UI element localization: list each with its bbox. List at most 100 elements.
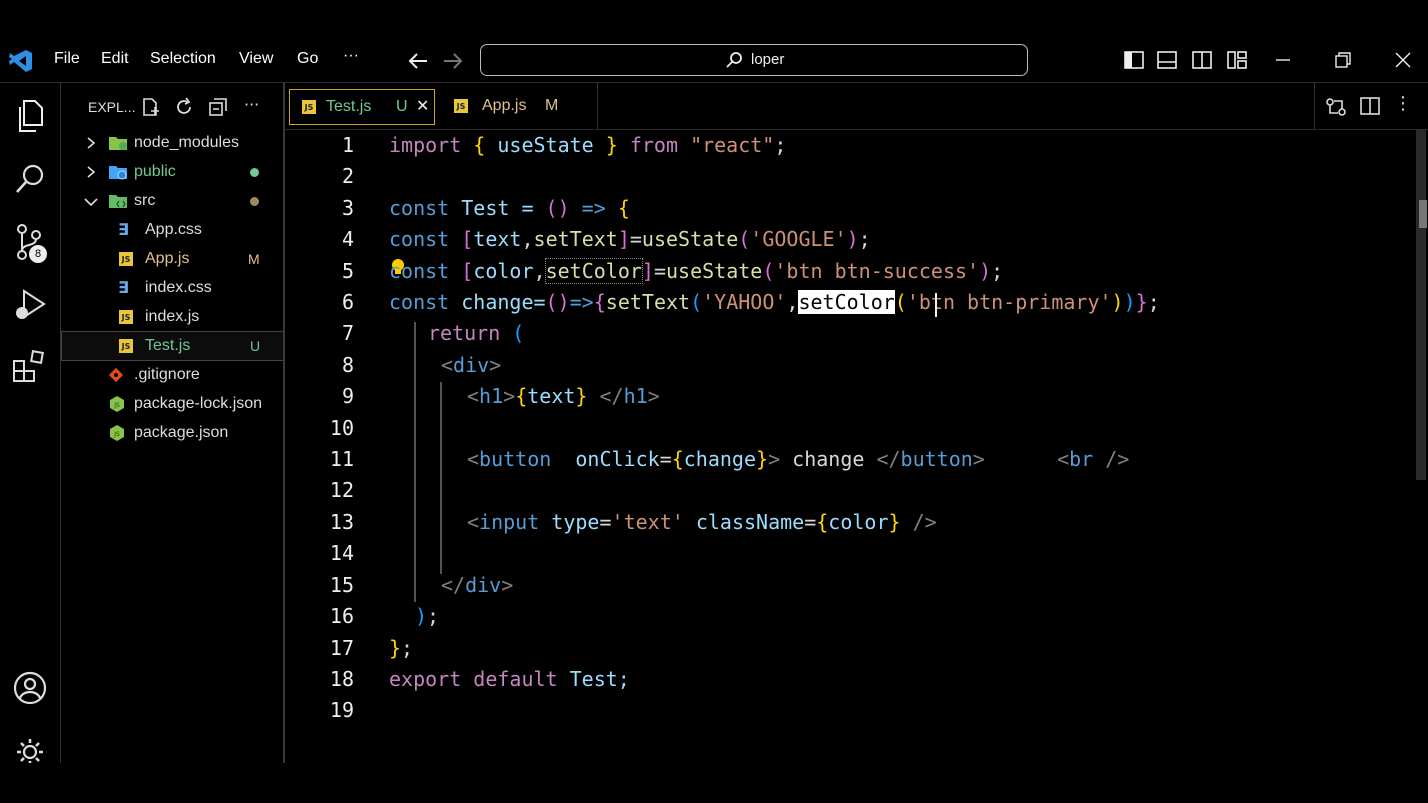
css-file-icon: ∃ [118,220,129,239]
tok: h1 [623,384,648,408]
tok: { [671,447,684,471]
tok: 'text' [611,510,684,534]
js-file-icon: JS [302,100,316,114]
git-file-icon [108,367,124,383]
minimize-icon[interactable] [1275,58,1291,62]
toggle-panel-icon[interactable] [1157,51,1177,69]
tree-file-app-css[interactable]: ∃ App.css [62,216,283,244]
line-number: 8 [341,353,354,377]
code-line-17: }; [389,636,413,660]
close-window-icon[interactable] [1395,52,1411,68]
collapse-all-icon[interactable] [208,97,228,117]
editor-scrollbar[interactable] [1416,130,1426,480]
js-file-icon: JS [119,339,133,353]
command-center-search[interactable]: loper [480,44,1028,76]
tok: 'GOOGLE' [750,227,847,251]
code-editor[interactable]: 1 2 3 4 5 6 7 8 9 10 11 12 13 14 15 16 1… [284,130,1414,763]
tree-file-app-js[interactable]: JS App.js M [62,245,283,273]
explorer-icon[interactable] [14,99,46,133]
tok: input [479,510,540,534]
tok: setText [605,290,691,314]
code-line-11: <button onClick={change}> change </butto… [467,447,1129,471]
open-changes-icon[interactable] [1325,97,1347,117]
menu-selection[interactable]: Selection [150,50,216,68]
tok: ( [512,321,525,345]
tok: [ [461,259,474,283]
restore-icon[interactable] [1335,52,1351,68]
tree-file-index-js[interactable]: JS index.js [62,303,283,331]
tok: = [804,510,817,534]
tree-file-index-css[interactable]: ∃ index.css [62,274,283,302]
run-debug-icon[interactable] [12,287,48,323]
tab-actions-divider [1314,83,1315,129]
editor-more-actions-icon[interactable]: ⋮ [1394,93,1412,114]
tok: change [683,447,757,471]
line-number: 9 [341,384,354,408]
menu-go[interactable]: Go [297,50,318,68]
account-icon[interactable] [12,670,48,706]
code-line-4: const [text,setText]=useState('GOOGLE'); [389,227,871,251]
line-number: 5 [341,259,354,283]
tab-test-js[interactable]: JS Test.js U ✕ [289,89,435,125]
tree-file-gitignore[interactable]: .gitignore [62,361,283,389]
split-editor-icon[interactable] [1360,97,1380,115]
tok: ; [991,259,1004,283]
tree-file-test-js[interactable]: JS Test.js U [61,331,284,361]
menu-more[interactable]: ··· [343,47,359,65]
line-number: 16 [329,604,354,628]
tok: useState [666,259,763,283]
tree-folder-src[interactable]: src [62,187,283,215]
menu-file[interactable]: File [54,50,80,68]
explorer-more-icon[interactable]: ··· [244,95,259,114]
tok: { [617,196,630,220]
source-control-badge: 8 [29,245,47,263]
tok: ( [762,259,775,283]
tree-label: .gitignore [134,366,200,383]
modified-dot [250,197,259,206]
tab-badge: U [396,98,408,115]
tok: ( [690,290,703,314]
js-file-icon: JS [119,310,133,324]
tok: , [533,259,546,283]
public-folder-icon [109,166,127,180]
tok: } [605,133,618,157]
new-file-icon[interactable] [141,97,161,117]
manage-gear-icon[interactable] [13,735,47,763]
tree-file-package-lock-json[interactable]: JS package-lock.json [62,390,283,418]
tok: > [768,447,781,471]
code-line-1: import { useState } from "react"; [389,133,786,157]
code-line-9: <h1>{text} </h1> [467,384,660,408]
tok: import [389,133,462,157]
toggle-primary-sidebar-icon[interactable] [1124,51,1144,69]
activity-bar-divider [60,83,61,763]
line-number: 7 [341,321,354,345]
indent-guide [440,382,442,574]
tok: </ [876,447,901,471]
search-view-icon[interactable] [14,163,46,195]
tok: = [599,510,612,534]
tok: , [786,290,799,314]
tree-folder-node-modules[interactable]: node_modules [62,129,283,157]
customize-layout-icon[interactable] [1227,51,1247,69]
tok: > [489,353,502,377]
tok: > [503,384,516,408]
toggle-secondary-sidebar-icon[interactable] [1192,51,1212,69]
tab-app-js[interactable]: JS App.js M [439,83,598,129]
code-line-7: return ( [428,321,524,345]
back-arrow-icon[interactable] [407,51,429,71]
tree-file-package-json[interactable]: JS package.json [62,419,283,447]
tab-close-icon[interactable]: ✕ [416,96,429,116]
tok: { [515,384,528,408]
menu-edit[interactable]: Edit [101,50,129,68]
code-line-13: <input type='text' className={color} /> [467,510,937,534]
extensions-icon[interactable] [12,349,48,385]
tok: /> [1093,447,1130,471]
refresh-icon[interactable] [174,97,194,117]
tree-folder-public[interactable]: public [62,158,283,186]
tok: button [900,447,973,471]
tok: default [473,667,558,691]
menu-view[interactable]: View [239,50,273,68]
forward-arrow-icon[interactable] [442,51,464,71]
tok: ) [846,227,859,251]
tok: useState [641,227,739,251]
